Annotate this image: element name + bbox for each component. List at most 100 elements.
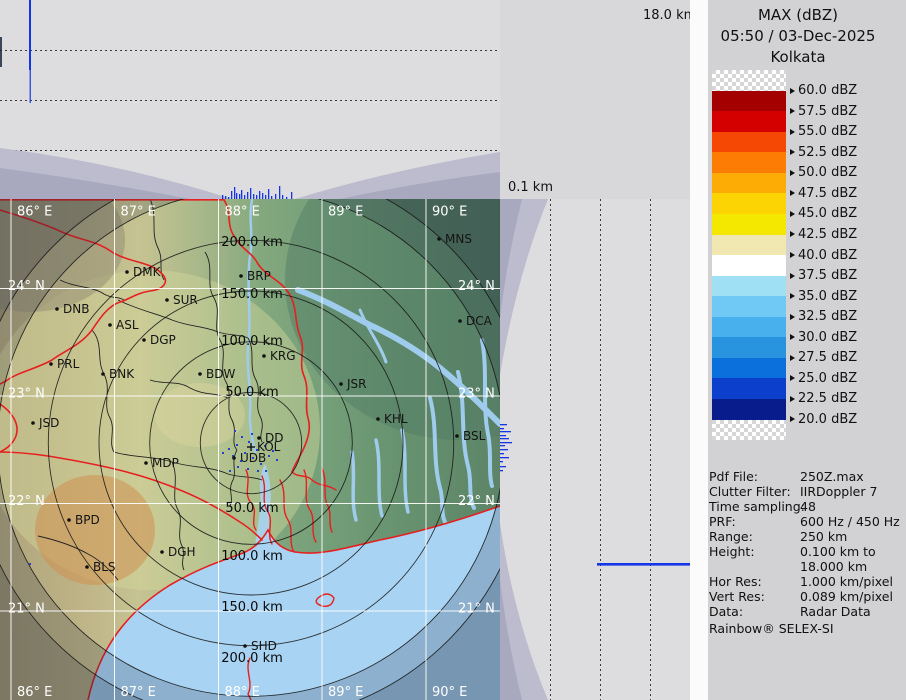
city-dot: [262, 354, 266, 358]
top-panel-graphics: [0, 0, 500, 199]
city-dot: [31, 421, 35, 425]
echo-bar: [247, 192, 248, 199]
legend-entry: 57.5 dBZ: [790, 104, 857, 118]
echo-bar: [500, 428, 504, 429]
tick-arrow-icon: [790, 129, 795, 135]
city-dot: [108, 323, 112, 327]
longitude-label: 89° E: [328, 205, 363, 220]
echo-bar: [291, 192, 292, 199]
metadata-label: PRF:: [709, 514, 736, 529]
legend-entry: 20.0 dBZ: [790, 412, 857, 426]
legend-entry-label: 20.0 dBZ: [798, 412, 857, 427]
legend-band: [712, 193, 786, 214]
metadata-row: Time sampling:48: [690, 499, 906, 514]
echo-bar: [500, 445, 505, 446]
echo-line: [597, 563, 690, 566]
legend-entry: 50.0 dBZ: [790, 166, 857, 180]
legend-entry-label: 37.5 dBZ: [798, 268, 857, 283]
latitude-label: 21° N: [458, 602, 495, 617]
echo-bar: [500, 435, 506, 436]
echo-bar: [500, 453, 504, 454]
metadata-row: Hor Res:1.000 km/pixel: [690, 574, 906, 589]
city-label: BNK: [109, 367, 135, 381]
tick-arrow-icon: [790, 355, 795, 361]
max-height-axis-label: 18.0 km: [643, 8, 696, 23]
range-ring-label: 150.0 km: [221, 287, 283, 302]
metadata-value: IIRDoppler 7: [800, 484, 877, 499]
city-label: PRL: [57, 357, 80, 371]
legend-entry-label: 52.5 dBZ: [798, 145, 857, 160]
metadata-row: Clutter Filter: IIRDoppler 7: [690, 484, 906, 499]
tick-arrow-icon: [790, 396, 795, 402]
legend-entry: 27.5 dBZ: [790, 351, 857, 365]
radar-map: 200.0 km150.0 km100.0 km50.0 km50.0 km10…: [0, 199, 500, 700]
legend-entry: 35.0 dBZ: [790, 289, 857, 303]
legend-band: [712, 173, 786, 194]
legend-band: [712, 358, 786, 379]
longitude-label: 87° E: [121, 685, 156, 700]
legend-band: [712, 399, 786, 420]
city-label: SUR: [173, 293, 198, 307]
echo-cell: [276, 459, 278, 461]
dbz-colorbar: [712, 70, 786, 440]
city-label: BLS: [93, 560, 116, 574]
city-dot: [125, 270, 129, 274]
legend-band: [712, 255, 786, 276]
latitude-label: 24° N: [8, 279, 45, 294]
city-dot: [458, 319, 462, 323]
scan-metadata: Pdf File:250Z.maxClutter Filter:IIRDoppl…: [690, 469, 906, 619]
metadata-label: Clutter Filter:: [709, 484, 791, 499]
legend-entry: 37.5 dBZ: [790, 269, 857, 283]
echo-bar: [234, 187, 235, 199]
scan-timestamp: 05:50 / 03-Dec-2025: [690, 27, 906, 45]
metadata-label: Vert Res:: [709, 589, 765, 604]
city-label: SHD: [251, 639, 277, 653]
legend-entry: 25.0 dBZ: [790, 371, 857, 385]
city-dot: [239, 274, 243, 278]
tick-arrow-icon: [790, 293, 795, 299]
range-ring-label: 100.0 km: [221, 334, 283, 349]
metadata-row: Height:0.100 km to: [690, 544, 906, 559]
echo-bar: [500, 431, 511, 432]
legend-band: [712, 70, 786, 91]
legend-entry-label: 35.0 dBZ: [798, 289, 857, 304]
legend-band: [712, 214, 786, 235]
software-brand: Rainbow® SELEX-SI: [709, 621, 834, 636]
legend-band: [712, 420, 786, 441]
echo-bar: [500, 466, 506, 467]
city-dot: [437, 237, 441, 241]
legend-entry-label: 42.5 dBZ: [798, 227, 857, 242]
metadata-label: Pdf File:: [709, 469, 758, 484]
metadata-value: 0.089 km/pixel: [800, 589, 893, 604]
legend-entry-label: 32.5 dBZ: [798, 309, 857, 324]
city-dot: [85, 565, 89, 569]
city-dot: [376, 417, 380, 421]
legend-entry: 45.0 dBZ: [790, 207, 857, 221]
echo-cell: [29, 563, 31, 565]
range-ring-label: 100.0 km: [221, 549, 283, 564]
tick-arrow-icon: [790, 88, 795, 94]
longitude-label: 88° E: [225, 685, 260, 700]
tick-arrow-icon: [790, 211, 795, 217]
city-dot: [55, 307, 59, 311]
echo-bar: [500, 457, 509, 458]
metadata-value: Radar Data: [800, 604, 871, 619]
legend-panel: MAX (dBZ) 05:50 / 03-Dec-2025 Kolkata 60…: [690, 0, 906, 700]
legend-band: [712, 276, 786, 297]
legend-entry: 22.5 dBZ: [790, 392, 857, 406]
echo-cell: [265, 470, 267, 472]
echo-bar: [250, 188, 251, 199]
legend-band: [712, 337, 786, 358]
city-label: DGH: [168, 545, 196, 559]
city-dot: [339, 382, 343, 386]
city-label: DNB: [63, 302, 89, 316]
range-ring-label: 200.0 km: [221, 651, 283, 666]
city-dot: [198, 372, 202, 376]
legend-band: [712, 317, 786, 338]
echo-bar: [241, 190, 242, 199]
legend-entry-label: 57.5 dBZ: [798, 104, 857, 119]
legend-entry: 60.0 dBZ: [790, 84, 857, 98]
metadata-value: 0.100 km to: [800, 544, 876, 559]
city-label: KRG: [270, 349, 296, 363]
range-ring-label: 50.0 km: [225, 501, 278, 516]
